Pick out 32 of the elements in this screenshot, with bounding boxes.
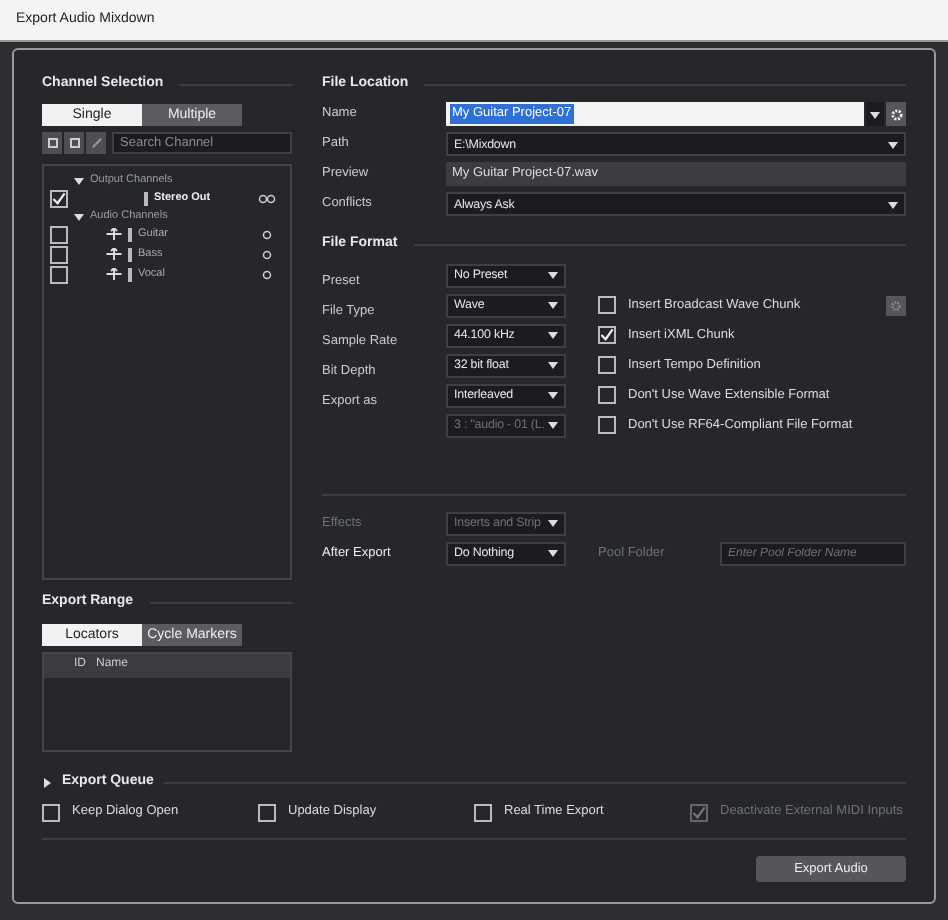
checkbox[interactable]	[598, 296, 616, 315]
caret-icon	[548, 330, 558, 341]
caret-icon	[888, 139, 898, 150]
dropdown-button[interactable]	[866, 102, 884, 127]
checkbox[interactable]	[598, 386, 616, 405]
checkbox[interactable]	[258, 803, 276, 822]
caret-icon	[42, 777, 52, 787]
caret-icon	[548, 390, 558, 401]
caret-icon	[548, 548, 558, 559]
checkbox[interactable]	[50, 265, 68, 284]
caret-icon	[74, 211, 84, 222]
caret-icon	[888, 199, 898, 210]
caret-icon	[548, 270, 558, 281]
checkbox[interactable]	[50, 225, 68, 244]
checkbox[interactable]	[598, 326, 616, 345]
caret-icon	[548, 420, 559, 431]
caret-icon	[548, 360, 558, 371]
stereo-icon	[258, 193, 276, 204]
track-icon	[106, 228, 122, 241]
caret-icon	[870, 109, 880, 120]
checkbox[interactable]	[474, 803, 492, 822]
settings-icon[interactable]	[886, 102, 906, 127]
caret-icon	[74, 175, 84, 186]
track-icon	[106, 248, 122, 261]
checkbox[interactable]	[42, 803, 60, 822]
caret-icon	[548, 518, 558, 529]
checkbox[interactable]	[598, 416, 616, 435]
checkbox[interactable]	[50, 189, 68, 208]
checkbox[interactable]	[50, 245, 68, 264]
track-icon	[106, 268, 122, 281]
checkbox[interactable]	[598, 356, 616, 375]
caret-icon	[548, 300, 558, 311]
